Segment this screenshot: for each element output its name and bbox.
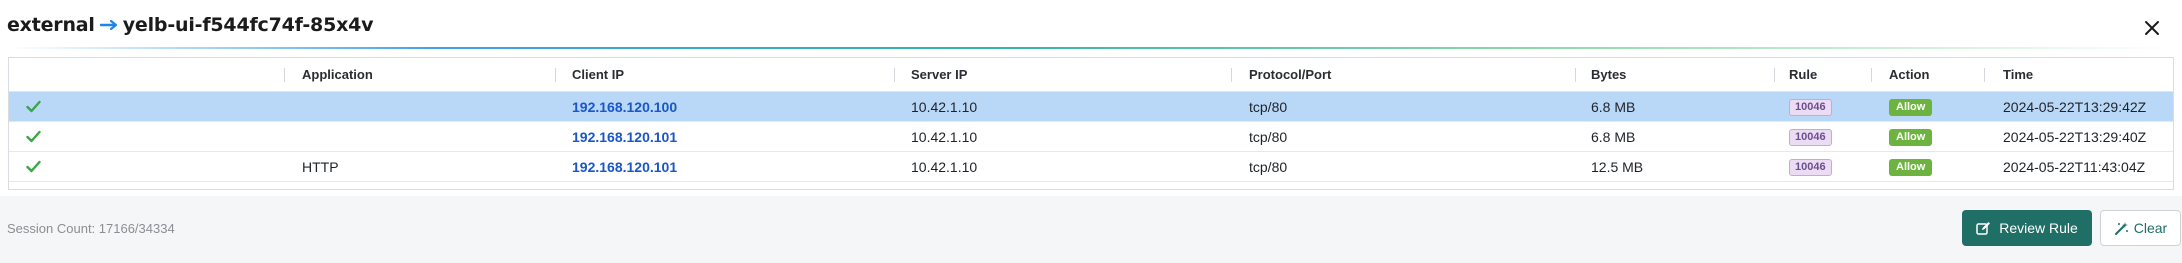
cell-bytes: 6.8 MB [1591, 129, 1636, 145]
cell-time: 2024-05-22T13:29:40Z [2003, 129, 2147, 145]
column-separator [1871, 68, 1872, 82]
eraser-wand-icon [2114, 221, 2128, 235]
cell-server-ip: 10.42.1.10 [911, 99, 978, 115]
table-row[interactable]: 192.168.120.100 10.42.1.10 tcp/80 6.8 MB… [9, 92, 2173, 122]
column-separator [1984, 68, 1985, 82]
table-row[interactable]: HTTP 192.168.120.101 10.42.1.10 tcp/80 1… [9, 152, 2173, 182]
cell-protocol-port: tcp/80 [1249, 159, 1288, 175]
action-badge: Allow [1889, 159, 1933, 176]
cell-application: HTTP [302, 159, 339, 175]
action-badge: Allow [1889, 99, 1933, 116]
cell-client-ip-link[interactable]: 192.168.120.101 [572, 122, 677, 152]
cell-server-ip: 10.42.1.10 [911, 159, 978, 175]
check-icon [26, 100, 41, 113]
column-separator [284, 68, 285, 82]
cell-protocol-port: tcp/80 [1249, 129, 1288, 145]
rule-badge[interactable]: 10046 [1789, 99, 1832, 116]
cell-client-ip-link[interactable]: 192.168.120.101 [572, 152, 677, 182]
edit-icon [1976, 221, 1991, 235]
action-badge: Allow [1889, 129, 1933, 146]
table-row[interactable]: 192.168.120.101 10.42.1.10 tcp/80 6.8 MB… [9, 122, 2173, 152]
cell-time: 2024-05-22T11:43:04Z [2003, 159, 2146, 175]
column-separator [1575, 68, 1576, 82]
arrow-right-icon [99, 19, 118, 31]
cell-time: 2024-05-22T13:29:42Z [2003, 99, 2147, 115]
column-header-bytes[interactable]: Bytes [1591, 58, 1626, 92]
check-icon [26, 160, 41, 173]
cell-server-ip: 10.42.1.10 [911, 129, 978, 145]
rule-badge[interactable]: 10046 [1789, 159, 1832, 176]
close-icon[interactable] [2143, 19, 2161, 37]
clear-label: Clear [2133, 220, 2168, 236]
column-header-time[interactable]: Time [2003, 58, 2033, 92]
review-rule-button[interactable]: Review Rule [1962, 210, 2092, 246]
column-header-protocol-port[interactable]: Protocol/Port [1249, 58, 1331, 92]
column-header-server-ip[interactable]: Server IP [911, 58, 967, 92]
column-header-client-ip[interactable]: Client IP [572, 58, 624, 92]
column-separator [555, 68, 556, 82]
dialog-title: external yelb-ui-f544fc74f-85x4v [7, 11, 374, 39]
rule-badge[interactable]: 10046 [1789, 129, 1832, 146]
dialog-footer: Session Count: 17166/34334 Review Rule C… [0, 196, 2182, 263]
column-separator [1774, 68, 1775, 82]
sessions-table: Application Client IP Server IP Protocol… [8, 57, 2174, 190]
check-icon [26, 130, 41, 143]
cell-bytes: 12.5 MB [1591, 159, 1644, 175]
column-header-application[interactable]: Application [302, 58, 373, 92]
column-header-rule[interactable]: Rule [1789, 58, 1817, 92]
cell-bytes: 6.8 MB [1591, 99, 1636, 115]
cell-client-ip-link[interactable]: 192.168.120.100 [572, 92, 677, 122]
session-count: Session Count: 17166/34334 [7, 221, 175, 236]
column-header-action[interactable]: Action [1889, 58, 1929, 92]
column-separator [894, 68, 895, 82]
column-separator [1231, 68, 1232, 82]
cell-protocol-port: tcp/80 [1249, 99, 1288, 115]
table-header: Application Client IP Server IP Protocol… [9, 58, 2173, 92]
clear-button[interactable]: Clear [2100, 210, 2181, 246]
title-underline [8, 47, 2174, 49]
review-rule-label: Review Rule [1999, 220, 2078, 236]
title-destination: yelb-ui-f544fc74f-85x4v [122, 14, 374, 36]
title-source: external [7, 14, 95, 36]
